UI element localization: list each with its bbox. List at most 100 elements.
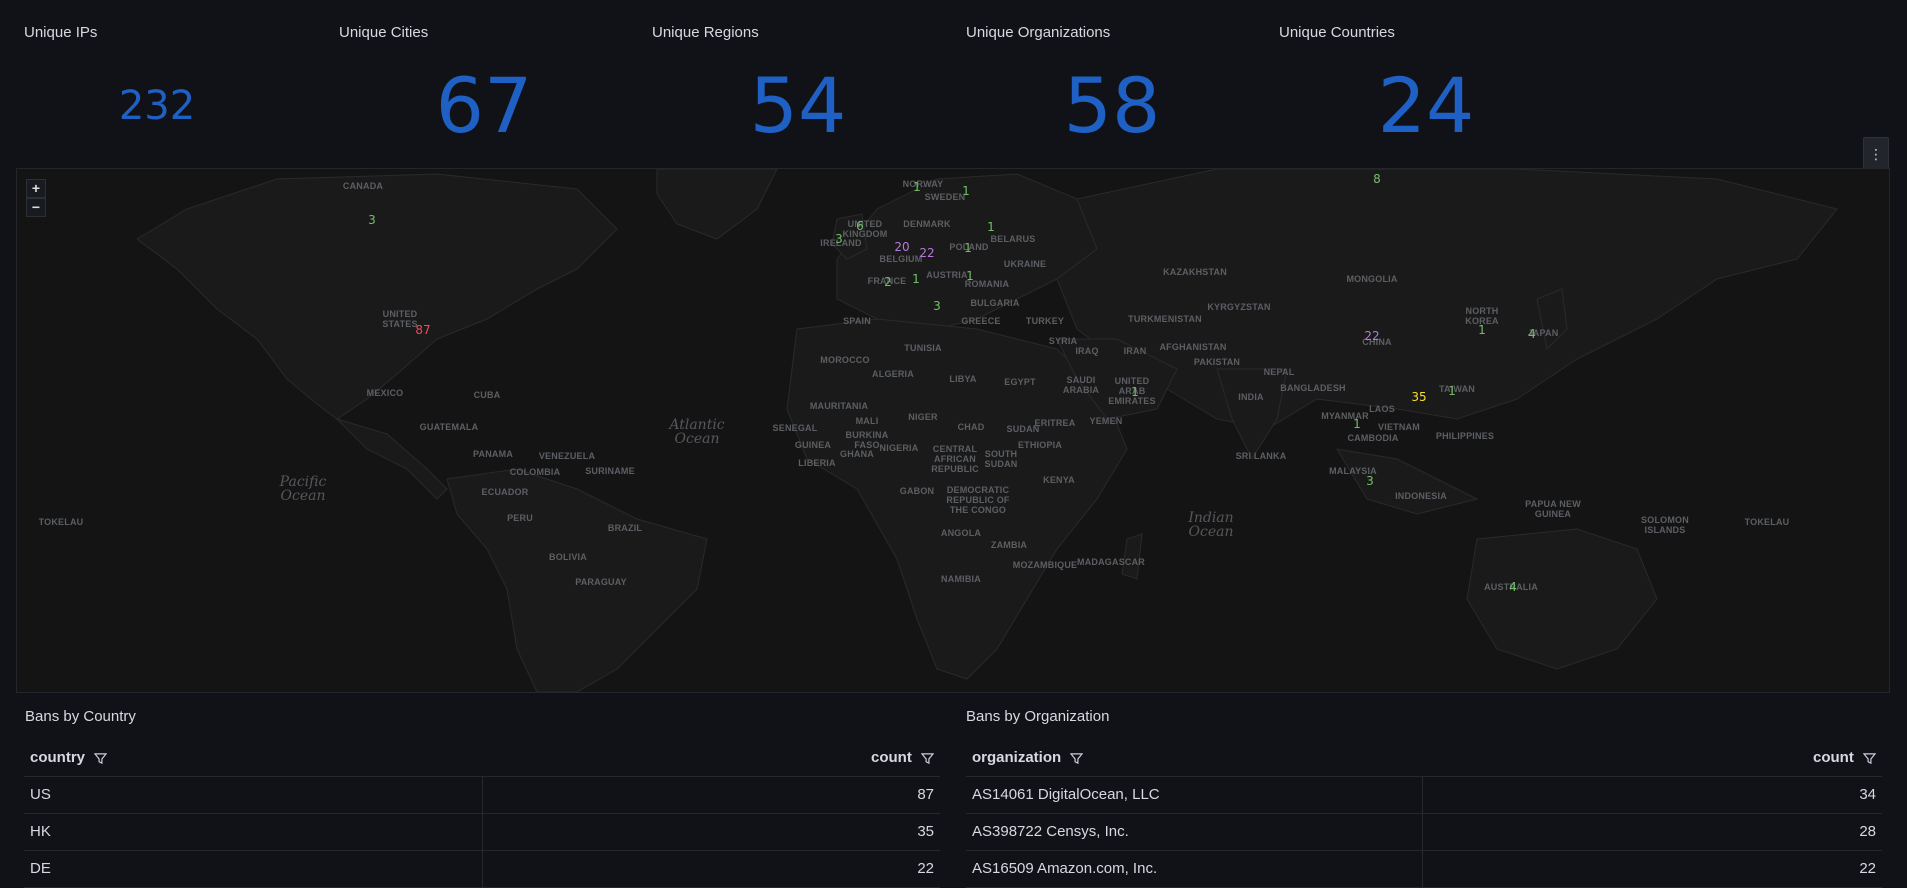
map-label: COLOMBIA bbox=[509, 467, 561, 477]
zoom-in-button[interactable]: + bbox=[26, 179, 46, 198]
map-label: EGYPT bbox=[1004, 377, 1036, 387]
stat-title: Unique Organizations bbox=[966, 24, 1111, 41]
map-label: BANGLADESH bbox=[1280, 383, 1346, 393]
map-label: KYRGYZSTAN bbox=[1207, 302, 1271, 312]
count-cell: 35 bbox=[917, 823, 934, 840]
stat-title: Unique IPs bbox=[24, 24, 98, 41]
map-label: PERU bbox=[507, 513, 533, 523]
map-label: MOROCCO bbox=[820, 355, 870, 365]
map-marker[interactable]: 20 bbox=[894, 240, 909, 254]
map-label: UNITED STATES bbox=[382, 309, 418, 329]
map-marker[interactable]: 1 bbox=[1353, 417, 1361, 431]
map-label: BELGIUM bbox=[879, 254, 923, 264]
count-cell: 34 bbox=[1859, 786, 1876, 803]
organization-cell: AS398722 Censys, Inc. bbox=[972, 823, 1129, 840]
map-marker[interactable]: 1 bbox=[964, 241, 972, 255]
map-marker[interactable]: 1 bbox=[1131, 385, 1139, 399]
stat-value: 58 bbox=[1063, 61, 1161, 150]
filter-icon[interactable] bbox=[94, 752, 108, 765]
map-marker[interactable]: 87 bbox=[415, 323, 430, 337]
map-label: LAOS bbox=[1369, 404, 1395, 414]
ocean-label: Pacific Ocean bbox=[279, 474, 327, 504]
map-label: ETHIOPIA bbox=[1017, 440, 1063, 450]
map-label: SOLOMON ISLANDS bbox=[1641, 515, 1689, 535]
table-header: country count bbox=[24, 740, 940, 777]
column-header-organization[interactable]: organization bbox=[972, 740, 1084, 776]
map-marker[interactable]: 1 bbox=[962, 184, 970, 198]
map-label: TAIWAN bbox=[1438, 384, 1476, 394]
map-label: SURINAME bbox=[585, 466, 635, 476]
stat-value: 232 bbox=[118, 83, 196, 129]
map-label: CAMBODIA bbox=[1347, 433, 1399, 443]
map-marker[interactable]: 22 bbox=[919, 246, 934, 260]
geomap-panel[interactable]: + − CANADA UNITED STATES MEXICO CUBA GUA… bbox=[16, 168, 1890, 693]
column-header-count[interactable]: count bbox=[871, 740, 934, 776]
country-cell: HK bbox=[30, 823, 51, 840]
stat-panel-unique-ips: Unique IPs 232 bbox=[0, 0, 314, 160]
table-row: HK 35 bbox=[24, 814, 940, 851]
map-marker[interactable]: 4 bbox=[1509, 580, 1517, 594]
map-label: KENYA bbox=[1043, 475, 1075, 485]
map-marker[interactable]: 22 bbox=[1364, 329, 1379, 343]
map-marker[interactable]: 1 bbox=[1448, 384, 1456, 398]
column-header-country[interactable]: country bbox=[30, 740, 108, 776]
map-marker[interactable]: 1 bbox=[913, 180, 921, 194]
map-label: VENEZUELA bbox=[538, 451, 596, 461]
map-marker[interactable]: 1 bbox=[912, 272, 920, 286]
map-marker[interactable]: 8 bbox=[1373, 172, 1381, 186]
ocean-label: Indian Ocean bbox=[1188, 510, 1234, 540]
table-row: AS398722 Censys, Inc. 28 bbox=[966, 814, 1882, 851]
map-label: ECUADOR bbox=[481, 487, 529, 497]
map-marker[interactable]: 3 bbox=[933, 299, 941, 313]
map-label: TUNISIA bbox=[904, 343, 942, 353]
map-label: CANADA bbox=[342, 181, 384, 191]
map-label: NIGER bbox=[908, 412, 938, 422]
filter-icon[interactable] bbox=[1070, 752, 1084, 765]
map-label: ERITREA bbox=[1034, 418, 1076, 428]
map-marker[interactable]: 2 bbox=[884, 275, 892, 289]
panel-menu-button[interactable]: ⋮ bbox=[1863, 137, 1889, 171]
map-label: SPAIN bbox=[843, 316, 871, 326]
map-marker[interactable]: 3 bbox=[368, 213, 376, 227]
map-marker[interactable]: 4 bbox=[1528, 327, 1536, 341]
map-marker[interactable]: 35 bbox=[1411, 390, 1426, 404]
bans-by-country-table: country count US 87 HK 35 DE 22 bbox=[24, 740, 940, 888]
map-label: CUBA bbox=[473, 390, 501, 400]
map-label: SRI LANKA bbox=[1235, 451, 1287, 461]
zoom-out-button[interactable]: − bbox=[26, 198, 46, 217]
ocean-label: Atlantic Ocean bbox=[669, 417, 725, 447]
map-label: ZAMBIA bbox=[990, 540, 1028, 550]
map-label: SENEGAL bbox=[772, 423, 818, 433]
map-marker[interactable]: 6 bbox=[856, 219, 864, 233]
map-marker[interactable]: 3 bbox=[1366, 474, 1374, 488]
map-label: MYANMAR bbox=[1321, 411, 1369, 421]
map-marker[interactable]: 1 bbox=[966, 269, 974, 283]
stat-value: 54 bbox=[749, 61, 847, 150]
vertical-dots-icon: ⋮ bbox=[1869, 146, 1883, 162]
stat-title: Unique Regions bbox=[652, 24, 759, 41]
count-cell: 22 bbox=[1859, 860, 1876, 877]
map-label: DENMARK bbox=[903, 219, 951, 229]
map-label: BRAZIL bbox=[607, 523, 643, 533]
map-marker[interactable]: 1 bbox=[987, 220, 995, 234]
stat-panel-unique-organizations: Unique Organizations 58 bbox=[942, 0, 1282, 160]
map-label: NEPAL bbox=[1263, 367, 1295, 377]
map-label: CHAD bbox=[957, 422, 985, 432]
map-label: GUINEA bbox=[794, 440, 832, 450]
map-label: PHILIPPINES bbox=[1435, 431, 1495, 441]
column-header-count[interactable]: count bbox=[1813, 740, 1876, 776]
stat-title: Unique Countries bbox=[1279, 24, 1395, 41]
map-label: MEXICO bbox=[366, 388, 404, 398]
filter-icon[interactable] bbox=[1863, 752, 1876, 765]
map-marker[interactable]: 1 bbox=[1478, 323, 1486, 337]
map-label: MONGOLIA bbox=[1346, 274, 1398, 284]
organization-cell: AS16509 Amazon.com, Inc. bbox=[972, 860, 1158, 877]
count-cell: 28 bbox=[1859, 823, 1876, 840]
map-label: GHANA bbox=[840, 449, 874, 459]
map-marker[interactable]: 3 bbox=[835, 232, 843, 246]
map-label: KAZAKHSTAN bbox=[1163, 267, 1227, 277]
map-label: BELARUS bbox=[990, 234, 1036, 244]
table-row: US 87 bbox=[24, 777, 940, 814]
filter-icon[interactable] bbox=[921, 752, 934, 765]
map-label: MAURITANIA bbox=[809, 401, 869, 411]
